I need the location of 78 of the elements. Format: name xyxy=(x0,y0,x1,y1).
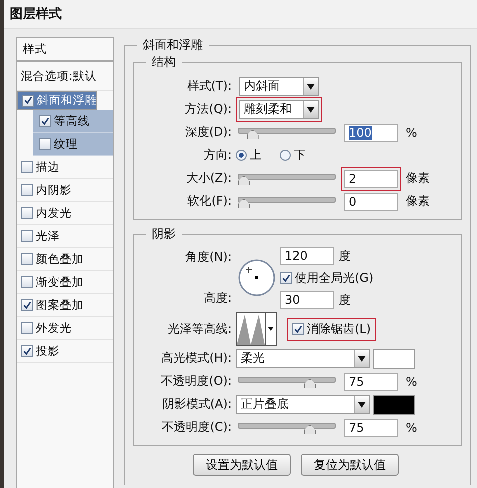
unit-label: % xyxy=(406,420,418,434)
field-label: 不透明度(O): xyxy=(160,373,233,390)
group-title: 结构 xyxy=(151,54,177,71)
input-field[interactable]: 75 xyxy=(344,372,398,390)
field-label: 大小(Z): xyxy=(185,170,233,187)
slider[interactable] xyxy=(238,420,336,434)
input-field[interactable]: 30 xyxy=(280,291,334,309)
style-list-item[interactable]: 光泽 xyxy=(17,225,113,248)
checkbox[interactable] xyxy=(21,253,33,265)
unit-label: % xyxy=(406,126,418,140)
checkbox-label[interactable]: 使用全局光(G) xyxy=(280,268,374,288)
input-field[interactable]: 0 xyxy=(344,192,398,210)
field-label: 高度: xyxy=(202,290,233,307)
field-label: 光泽等高线: xyxy=(166,320,233,338)
unit-label: 像素 xyxy=(406,170,430,187)
style-list-item[interactable]: 斜面和浮雕 xyxy=(17,91,97,110)
unit-label: 度 xyxy=(339,248,351,264)
check-icon xyxy=(282,274,290,282)
style-list-item[interactable]: 渐变叠加 xyxy=(17,271,113,294)
input-field[interactable]: 100 xyxy=(344,124,398,142)
checkbox[interactable] xyxy=(21,184,33,196)
style-list-item[interactable]: 内阴影 xyxy=(17,179,113,202)
radio-option[interactable]: 上 xyxy=(236,147,262,164)
dropdown[interactable]: 柔光 xyxy=(236,349,370,368)
checkbox[interactable] xyxy=(21,299,33,311)
color-swatch[interactable] xyxy=(373,394,415,414)
slider[interactable] xyxy=(238,172,336,186)
style-list-item[interactable]: 描边 xyxy=(17,156,113,179)
field-label: 软化(F): xyxy=(186,193,233,210)
color-swatch[interactable] xyxy=(373,348,415,368)
checkbox[interactable] xyxy=(39,115,51,127)
field-label: 高光模式(H): xyxy=(160,350,233,367)
field-label: 方向: xyxy=(202,147,233,164)
checkbox[interactable] xyxy=(21,276,33,288)
style-list-item[interactable]: 颜色叠加 xyxy=(17,248,113,271)
radio-option[interactable]: 下 xyxy=(280,147,306,164)
dialog-button[interactable]: 复位为默认值 xyxy=(301,454,399,476)
checkbox[interactable] xyxy=(22,94,34,106)
dropdown[interactable]: 正片叠底 xyxy=(236,395,370,414)
group-title: 阴影 xyxy=(151,226,177,243)
checkbox-label[interactable]: 消除锯齿(L) xyxy=(287,318,376,340)
field-label: 样式(T): xyxy=(186,78,233,95)
unit-label: 度 xyxy=(339,292,351,308)
input-field[interactable]: 120 xyxy=(280,247,334,265)
angle-dial[interactable] xyxy=(238,259,276,297)
window-title: 图层样式 xyxy=(10,6,62,23)
checkbox[interactable] xyxy=(21,230,33,242)
style-list-item[interactable]: 投影 xyxy=(17,340,113,363)
dropdown-arrow-icon xyxy=(268,327,274,331)
field-label: 方法(Q): xyxy=(184,101,233,118)
dropdown[interactable]: 内斜面 xyxy=(239,77,319,96)
field-label: 不透明度(C): xyxy=(161,419,233,436)
checkbox[interactable] xyxy=(21,322,33,334)
style-list-item[interactable]: 图案叠加 xyxy=(17,294,113,317)
checkbox[interactable] xyxy=(21,345,33,357)
contour-picker[interactable] xyxy=(236,312,277,346)
slider[interactable] xyxy=(238,126,336,140)
check-icon xyxy=(294,324,302,334)
style-list-item[interactable]: 等高线 xyxy=(33,110,113,133)
dialog-button[interactable]: 设置为默认值 xyxy=(193,454,291,476)
slider[interactable] xyxy=(238,194,336,208)
checkbox[interactable] xyxy=(21,207,33,219)
dropdown[interactable]: 雕刻柔和 xyxy=(239,100,319,119)
field-label: 角度(N): xyxy=(184,249,233,266)
unit-label: 像素 xyxy=(406,193,430,210)
field-label: 深度(D): xyxy=(184,124,233,141)
section-title: 斜面和浮雕 xyxy=(142,37,204,54)
input-field[interactable]: 2 xyxy=(344,170,398,188)
input-field[interactable]: 75 xyxy=(344,418,398,436)
style-list-item[interactable]: 内发光 xyxy=(17,202,113,225)
style-list-item[interactable]: 纹理 xyxy=(33,133,113,156)
slider[interactable] xyxy=(238,374,336,388)
style-list-item[interactable]: 外发光 xyxy=(17,317,113,340)
checkbox[interactable] xyxy=(21,161,33,173)
unit-label: % xyxy=(406,374,418,388)
field-label: 阴影模式(A): xyxy=(161,396,233,413)
list-header: 样式 xyxy=(17,38,113,62)
checkbox[interactable] xyxy=(39,138,51,150)
